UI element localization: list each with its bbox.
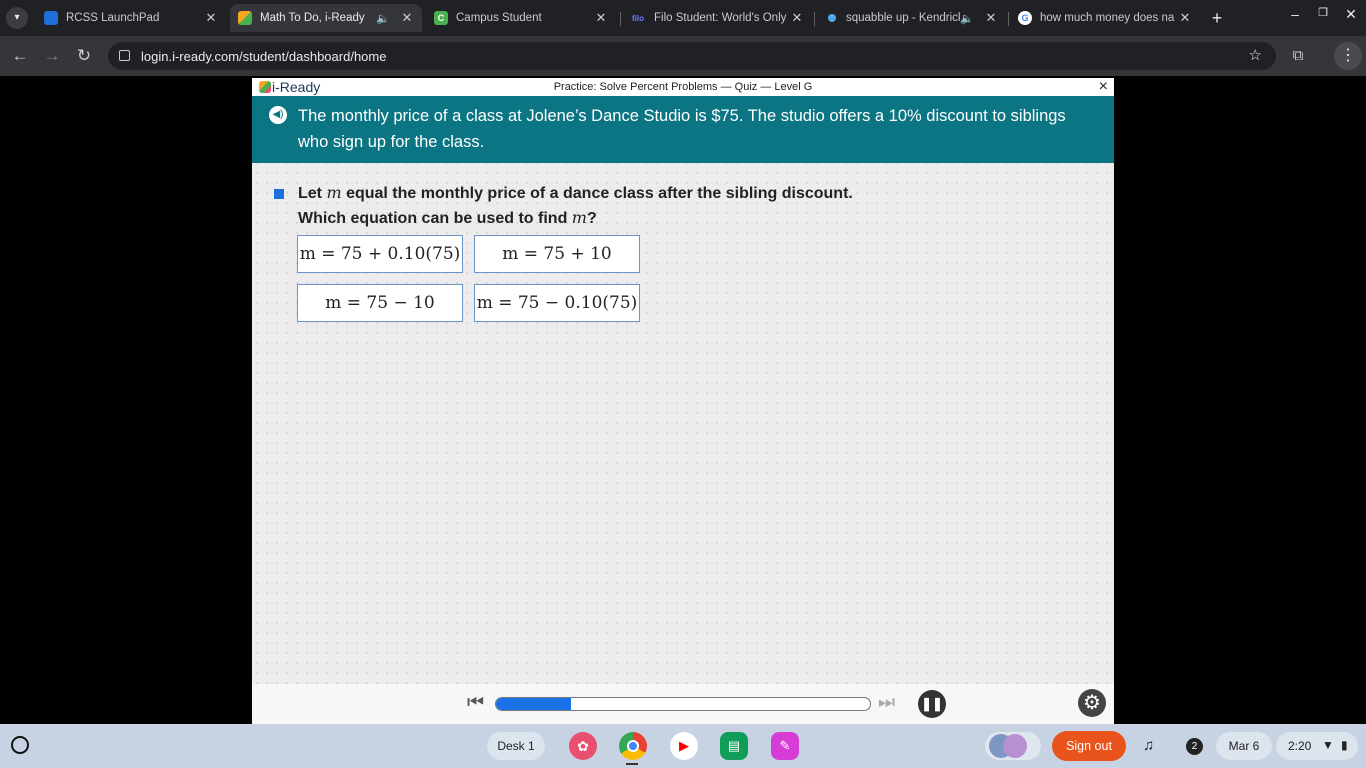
answer-option-d[interactable]: m = 75 − 0.10(75) <box>474 284 640 322</box>
tab-title: Filo Student: World's Only <box>654 12 787 24</box>
tab-search-button[interactable]: ▾ <box>6 7 28 29</box>
paint-app-icon[interactable]: ✿ <box>569 732 597 760</box>
running-indicator <box>626 763 638 765</box>
calendar-date[interactable]: Mar 6 <box>1216 732 1272 760</box>
extensions-icon[interactable]: ⧉ <box>1286 44 1310 68</box>
browser-toolbar: ← → ↻ login.i-ready.com/student/dashboar… <box>0 36 1366 76</box>
pause-icon[interactable]: ❚❚ <box>918 690 946 718</box>
restore-window-button[interactable]: ❐ <box>1314 6 1332 19</box>
launchpad-icon <box>44 11 58 25</box>
tab-iready[interactable]: Math To Do, i-Ready 🔈 ✕ <box>230 4 422 32</box>
tab-separator <box>1008 12 1009 26</box>
site-info-icon[interactable] <box>119 50 130 61</box>
answer-option-b[interactable]: m = 75 + 10 <box>474 235 640 273</box>
tab-strip: ▾ RCSS LaunchPad ✕ Math To Do, i-Ready 🔈… <box>0 0 1366 36</box>
tab-title: how much money does na <box>1040 12 1175 24</box>
campus-icon: C <box>434 11 448 25</box>
minimize-window-button[interactable]: – <box>1286 6 1304 22</box>
iready-icon <box>238 11 252 25</box>
question-box: ◀) The monthly price of a class at Jolen… <box>252 96 1114 163</box>
tab-title: Campus Student <box>456 12 542 24</box>
skip-forward-icon[interactable]: ⏭ <box>878 692 895 714</box>
chrome-icon[interactable] <box>619 732 647 760</box>
close-tab-icon[interactable]: ✕ <box>398 10 416 26</box>
bookmark-star-icon[interactable]: ☆ <box>1249 46 1262 64</box>
prompt-marker-icon <box>274 189 284 199</box>
tab-rcss-launchpad[interactable]: RCSS LaunchPad ✕ <box>36 4 226 32</box>
close-window-button[interactable]: ✕ <box>1342 6 1360 23</box>
tab-google-search[interactable]: G how much money does na ✕ <box>1010 4 1200 32</box>
tab-filo[interactable]: filo Filo Student: World's Only ✕ <box>622 4 812 32</box>
tab-title: Math To Do, i-Ready <box>260 12 365 24</box>
battery-icon: ▮ <box>1341 738 1348 752</box>
progress-fill <box>496 698 571 710</box>
filo-icon: filo <box>632 13 644 23</box>
browser-menu-icon[interactable]: ⋮ <box>1334 42 1362 70</box>
tab-title: RCSS LaunchPad <box>66 12 160 24</box>
notes-app-icon[interactable]: ✎ <box>771 732 799 760</box>
clock-time: 2:20 <box>1288 739 1312 753</box>
music-icon <box>828 14 836 22</box>
sign-out-button[interactable]: Sign out <box>1052 731 1126 761</box>
classroom-icon[interactable]: ▤ <box>720 732 748 760</box>
audio-playing-icon[interactable]: 🔈 <box>960 12 974 25</box>
back-arrow-icon[interactable]: ← <box>8 44 32 68</box>
tab-separator <box>620 12 621 26</box>
answer-option-a[interactable]: m = 75 + 0.10(75) <box>297 235 463 273</box>
status-tray[interactable]: 2:20 ▼ ▮ <box>1276 732 1358 760</box>
close-tab-icon[interactable]: ✕ <box>982 10 1000 26</box>
tab-title: squabble up - Kendrick <box>846 12 961 24</box>
speaker-icon[interactable]: ◀) <box>269 106 287 124</box>
prompt-text: equal the monthly price of a dance class… <box>341 185 853 202</box>
close-tab-icon[interactable]: ✕ <box>592 10 610 26</box>
launcher-icon[interactable] <box>11 736 29 754</box>
avatar <box>1003 734 1027 758</box>
holding-space-tray[interactable] <box>985 732 1041 760</box>
variable-m: m <box>326 183 342 202</box>
iready-lesson-page: i-Ready Practice: Solve Percent Problems… <box>252 78 1114 724</box>
close-lesson-icon[interactable]: × <box>1099 78 1108 96</box>
prompt-text: Let <box>298 185 327 202</box>
desk-switcher[interactable]: Desk 1 <box>487 732 545 760</box>
tab-separator <box>814 12 815 26</box>
os-shelf: Desk 1 ✿ ▶ ▤ ✎ Sign out ♫ 2 Mar 6 2:20 ▼… <box>0 724 1366 768</box>
new-tab-button[interactable]: + <box>1206 7 1228 29</box>
app-header: i-Ready Practice: Solve Percent Problems… <box>252 78 1114 96</box>
prompt-text: Which equation can be used to find <box>298 210 572 227</box>
media-controls-icon[interactable]: ♫ <box>1143 737 1154 754</box>
wifi-icon: ▼ <box>1322 738 1334 752</box>
close-tab-icon[interactable]: ✕ <box>1176 10 1194 26</box>
answer-option-c[interactable]: m = 75 − 10 <box>297 284 463 322</box>
notification-count-badge[interactable]: 2 <box>1186 738 1203 755</box>
lesson-title: Practice: Solve Percent Problems — Quiz … <box>553 81 813 93</box>
tab-squabble-up[interactable]: squabble up - Kendrick 🔈 ✕ <box>816 4 1006 32</box>
close-tab-icon[interactable]: ✕ <box>202 10 220 26</box>
variable-m: m <box>571 208 587 227</box>
close-tab-icon[interactable]: ✕ <box>788 10 806 26</box>
address-bar[interactable]: login.i-ready.com/student/dashboard/home… <box>108 42 1276 70</box>
reload-icon[interactable]: ↻ <box>72 44 96 68</box>
prompt-line-2: Which equation can be used to find m? <box>298 208 597 228</box>
skip-back-icon[interactable]: ⏮ <box>467 692 484 714</box>
prompt-line-1: Let m equal the monthly price of a dance… <box>298 183 853 203</box>
audio-playing-icon[interactable]: 🔈 <box>376 12 390 25</box>
youtube-icon[interactable]: ▶ <box>670 732 698 760</box>
progress-bar <box>495 697 871 711</box>
forward-arrow-icon[interactable]: → <box>40 44 64 68</box>
question-text: The monthly price of a class at Jolene’s… <box>298 107 1066 151</box>
lesson-controls: ⏮ ⏭ ❚❚ ⚙ <box>252 684 1114 724</box>
settings-gear-icon[interactable]: ⚙ <box>1078 689 1106 717</box>
url-text[interactable]: login.i-ready.com/student/dashboard/home <box>141 49 386 64</box>
google-icon: G <box>1018 11 1032 25</box>
prompt-text: ? <box>586 210 597 227</box>
tab-campus-student[interactable]: C Campus Student ✕ <box>426 4 616 32</box>
